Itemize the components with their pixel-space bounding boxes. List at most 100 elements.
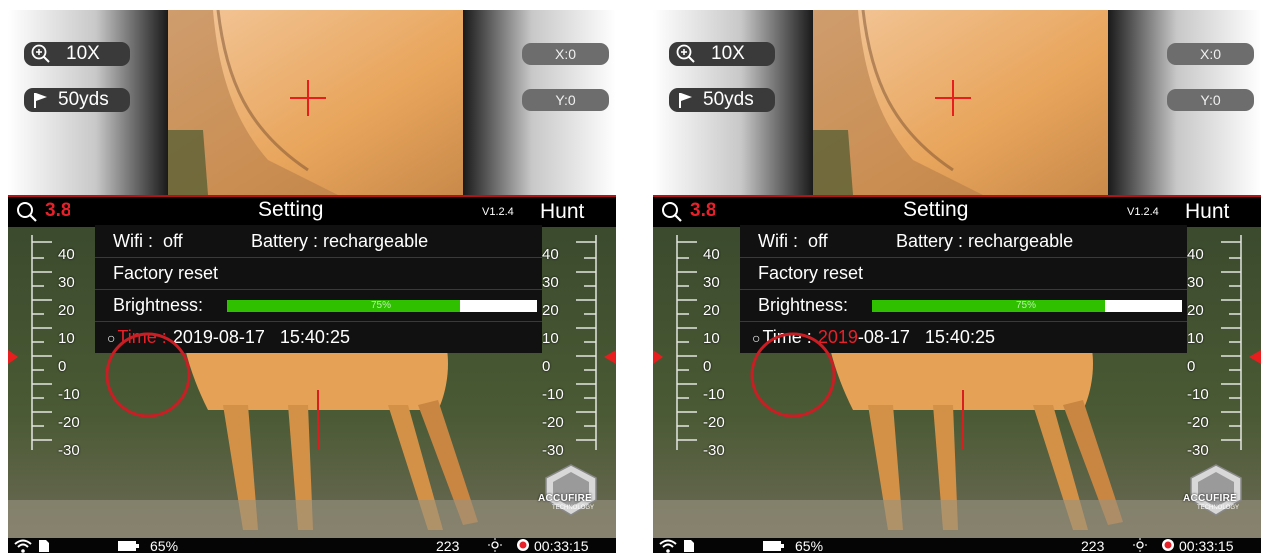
menu-title: Setting [903, 198, 969, 221]
wifi-status[interactable]: Wifi : off [758, 231, 896, 252]
brightness-label: Brightness: [758, 295, 849, 315]
menu-row-brightness[interactable]: Brightness: 75% [95, 289, 542, 321]
scale-left-label: -30 [58, 442, 80, 459]
distance-label: 50yds [58, 89, 109, 110]
record-timer: 00:33:15 [1179, 538, 1234, 553]
record-icon [1162, 539, 1174, 551]
brightness-value: 75% [371, 299, 392, 311]
menu-row-factory-reset[interactable]: Factory reset [95, 257, 542, 289]
y-offset-value: Y:0 [1200, 92, 1221, 108]
wifi-status[interactable]: Wifi : off [113, 231, 251, 252]
scale-right-label: 20 [542, 302, 559, 319]
header-bar: 3.8 Setting V1.2.4 Hunt [653, 195, 1261, 227]
search-icon [17, 202, 37, 222]
scale-right-label: 30 [542, 274, 559, 291]
scale-left-label: 20 [703, 302, 720, 319]
zoom-pill[interactable]: 10X [669, 42, 775, 66]
zoom-in-icon [676, 44, 695, 63]
brightness-icon [1133, 538, 1147, 552]
zoom-readout: 3.8 [45, 200, 70, 221]
version-label: V1.2.4 [482, 206, 514, 218]
zoom-pill[interactable]: 10X [24, 42, 130, 66]
scale-right-label: 20 [1187, 302, 1204, 319]
x-offset-pill[interactable]: X:0 [522, 43, 609, 65]
record-icon [517, 539, 529, 551]
x-offset-value: X:0 [554, 46, 576, 62]
scale-left-label: 30 [58, 274, 75, 291]
menu-row-wifi-battery[interactable]: Wifi : off Battery : rechargeable [95, 225, 542, 257]
y-offset-pill[interactable]: Y:0 [522, 89, 609, 111]
logo-text: ACCUFIRE [1183, 493, 1238, 504]
focus-circle [105, 332, 191, 418]
scope-screen: 10X 50yds X:0 Y:0 3.8 Setting V1.2.4 Hun… [653, 10, 1261, 553]
logo-subtext: TECHNOLOGY [552, 505, 595, 511]
scale-left-label: 40 [703, 246, 720, 263]
scale-right-label: 0 [1187, 358, 1196, 375]
flag-icon [34, 93, 47, 108]
distance-pill[interactable]: 50yds [24, 88, 130, 112]
scale-right-label: 10 [1187, 330, 1204, 347]
brightness-fill [872, 299, 1105, 312]
wifi-icon [659, 539, 677, 553]
zoom-label: 10X [66, 43, 100, 64]
logo-subtext: TECHNOLOGY [1197, 505, 1240, 511]
x-offset-pill[interactable]: X:0 [1167, 43, 1254, 65]
battery-icon [763, 541, 784, 551]
scale-right-label: -30 [542, 442, 564, 459]
mode-label[interactable]: Hunt [540, 200, 584, 224]
scale-right-label: -20 [1187, 414, 1209, 431]
menu-row-brightness[interactable]: Brightness: 75% [740, 289, 1187, 321]
battery-icon [118, 541, 139, 551]
version-label: V1.2.4 [1127, 206, 1159, 218]
scale-right-label: 0 [542, 358, 551, 375]
focus-circle [750, 332, 836, 418]
brightness-value: 75% [1016, 299, 1037, 311]
x-offset-value: X:0 [1199, 46, 1221, 62]
scale-right-label: 40 [542, 246, 559, 263]
brightness-icon [488, 538, 502, 552]
record-timer: 00:33:15 [534, 538, 589, 553]
menu-title: Setting [258, 198, 324, 221]
time-rest[interactable]: -08-17 15:40:25 [213, 327, 350, 348]
scale-left-label: 20 [58, 302, 75, 319]
scale-left-label: 0 [703, 358, 712, 375]
menu-row-factory-reset[interactable]: Factory reset [740, 257, 1187, 289]
menu-row-wifi-battery[interactable]: Wifi : off Battery : rechargeable [740, 225, 1187, 257]
shot-count: 223 [436, 538, 460, 553]
zoom-in-icon [31, 44, 50, 63]
scale-right-label: -30 [1187, 442, 1209, 459]
scale-right-label: -10 [542, 386, 564, 403]
scale-left-label: -30 [703, 442, 725, 459]
scale-right-label: 40 [1187, 246, 1204, 263]
scale-left-label: -20 [58, 414, 80, 431]
scale-right-label: 30 [1187, 274, 1204, 291]
scale-left-label: 40 [58, 246, 75, 263]
zoom-label: 10X [711, 43, 745, 64]
logo-text: ACCUFIRE [538, 493, 593, 504]
brightness-slider[interactable]: 75% [227, 299, 537, 312]
distance-pill[interactable]: 50yds [669, 88, 775, 112]
distance-label: 50yds [703, 89, 754, 110]
status-bar: 65% 223 00:33:15 [8, 538, 616, 553]
sd-card-icon [39, 540, 49, 552]
brightness-label: Brightness: [113, 295, 204, 315]
battery-type[interactable]: Battery : rechargeable [251, 231, 428, 252]
brightness-slider[interactable]: 75% [872, 299, 1182, 312]
y-offset-pill[interactable]: Y:0 [1167, 89, 1254, 111]
header-bar: 3.8 Setting V1.2.4 Hunt [8, 195, 616, 227]
factory-reset-label[interactable]: Factory reset [113, 263, 218, 284]
battery-percent: 65% [795, 538, 824, 553]
factory-reset-label[interactable]: Factory reset [758, 263, 863, 284]
status-bar: 65% 223 00:33:15 [653, 538, 1261, 553]
scale-right-label: -10 [1187, 386, 1209, 403]
battery-type[interactable]: Battery : rechargeable [896, 231, 1073, 252]
zoom-readout: 3.8 [690, 200, 715, 221]
scale-left-label: -10 [58, 386, 80, 403]
flag-icon [679, 93, 692, 108]
battery-percent: 65% [150, 538, 179, 553]
mode-label[interactable]: Hunt [1185, 200, 1229, 224]
search-icon [662, 202, 682, 222]
scale-left-label: 10 [703, 330, 720, 347]
time-rest[interactable]: -08-17 15:40:25 [858, 327, 995, 348]
y-offset-value: Y:0 [555, 92, 576, 108]
